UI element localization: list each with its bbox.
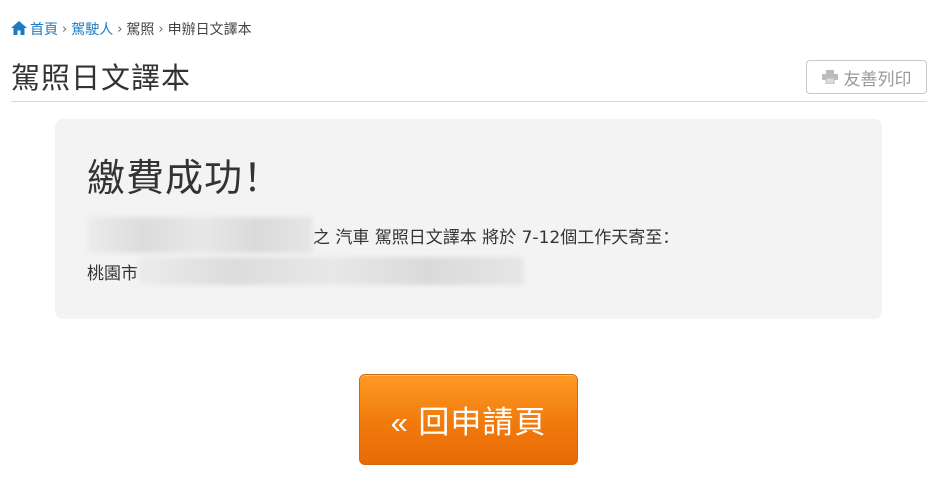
home-icon — [11, 21, 27, 35]
result-message: 之 汽車 駕照日文譯本 將於 7-12個工作天寄至： — [87, 217, 679, 253]
breadcrumb-separator: › — [62, 21, 68, 37]
redacted-address — [138, 257, 524, 285]
print-label: 友善列印 — [843, 69, 912, 89]
page-title: 駕照日文譯本 — [11, 61, 192, 95]
breadcrumb: 首頁 › 駕駛人 › 駕照 › 申辦日文譯本 — [11, 20, 252, 38]
back-to-application-button[interactable]: « 回申請頁 — [359, 374, 578, 465]
success-heading: 繳費成功！ — [87, 156, 283, 200]
redacted-applicant — [87, 217, 313, 253]
breadcrumb-home-label: 首頁 — [30, 22, 58, 38]
address-prefix: 桃園市 — [87, 263, 138, 284]
result-message-text: 之 汽車 駕照日文譯本 將於 7-12個工作天寄至： — [313, 227, 680, 248]
breadcrumb-license: 駕照 — [126, 22, 155, 38]
breadcrumb-current: 申辦日文譯本 — [167, 22, 252, 38]
mailing-address: 桃園市 — [87, 257, 524, 285]
page-header: 駕照日文譯本 友善列印 — [11, 60, 927, 102]
breadcrumb-separator: › — [158, 21, 164, 37]
breadcrumb-separator: › — [117, 21, 123, 37]
print-button[interactable]: 友善列印 — [806, 60, 927, 94]
success-panel: 繳費成功！ 之 汽車 駕照日文譯本 將於 7-12個工作天寄至： 桃園市 — [55, 119, 882, 319]
breadcrumb-home-link[interactable]: 首頁 — [11, 19, 58, 39]
print-icon — [821, 70, 838, 84]
breadcrumb-drivers-link[interactable]: 駕駛人 — [71, 19, 113, 39]
